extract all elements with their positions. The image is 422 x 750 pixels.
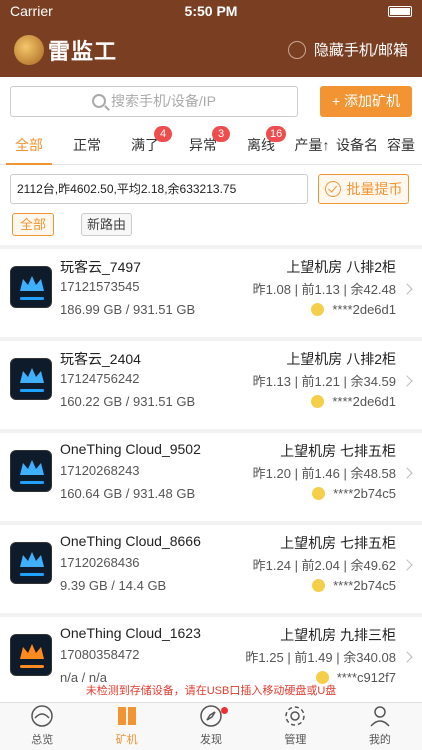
logo-icon [14,34,44,65]
chevron-right-icon [401,375,413,387]
device-account: ****2b74c5 [312,486,396,501]
abnormal-count-badge: 3 [212,125,230,142]
chevron-right-icon [401,283,413,295]
coin-icon [312,579,326,592]
tab-sort-capacity[interactable]: 容量 [380,125,422,165]
add-miner-button[interactable]: + 添加矿机 [320,85,412,117]
tab-sort-name[interactable]: 设备名 [334,125,380,165]
device-phone: 17120268243 [60,463,140,478]
device-row[interactable]: 玩客云_2404 17124756242 160.22 GB / 931.51 … [0,341,422,429]
device-name: OneThing Cloud_9502 [60,441,201,457]
coin-icon [312,487,326,500]
device-name: 玩客云_2404 [60,351,141,367]
batch-withdraw-button[interactable]: 批量提币 [318,174,409,204]
device-location: 上望机房 八排2柜 [286,259,396,275]
app-logo: 雷监工 [14,34,117,66]
chevron-right-icon [401,559,413,571]
device-name: OneThing Cloud_8666 [60,533,201,549]
device-phone: 17121573545 [60,279,140,294]
tab-sort-yield[interactable]: 产量↑ [290,125,334,165]
tabbar-miner[interactable]: 矿机 [84,703,168,750]
app-header: 雷监工 隐藏手机/邮箱 [0,22,422,77]
status-bar: Carrier 5:50 PM [0,0,422,22]
device-icon [10,542,52,584]
overview-icon [31,705,53,727]
device-phone: 17080358472 [60,647,140,662]
search-placeholder: 搜索手机/设备/IP [110,93,216,109]
device-yield-stats: 昨1.13 | 前1.21 | 余34.59 [252,374,396,389]
full-count-badge: 4 [154,125,172,142]
device-phone: 17120268436 [60,555,140,570]
device-location: 上望机房 八排2柜 [286,351,396,367]
device-account: ****2b74c5 [312,578,396,593]
device-icon [10,266,52,308]
coin-icon [311,395,325,408]
summary-panel: 2112台,昨4602.50,平均2.18,余633213.75 批量提币 全部… [0,165,422,245]
device-row[interactable]: 玩客云_7497 17121573545 186.99 GB / 931.51 … [0,249,422,337]
device-yield-stats: 昨1.25 | 前1.49 | 余340.08 [245,650,396,665]
hide-contact-toggle[interactable]: 隐藏手机/邮箱 [287,39,408,60]
device-row[interactable]: OneThing Cloud_9502 17120268243 160.64 G… [0,433,422,521]
device-location: 上望机房 七排五柜 [280,535,396,551]
tab-normal[interactable]: 正常 [58,125,116,165]
device-yield-stats: 昨1.08 | 前1.13 | 余42.48 [252,282,396,297]
device-yield-stats: 昨1.20 | 前1.46 | 余48.58 [252,466,396,481]
device-location: 上望机房 九排三柜 [280,627,396,643]
tabbar-discover[interactable]: 发现 [169,703,253,750]
tabbar-manage[interactable]: 管理 [253,703,337,750]
search-row: 搜索手机/设备/IP + 添加矿机 [0,77,422,125]
filter-tabs: 全部 正常 满了 4 异常 3 离线 16 产量↑ 设备名 容量 [0,125,422,165]
batch-withdraw-label: 批量提币 [346,181,403,197]
bottom-tab-bar: 总览 矿机 发现 管理 我的 [0,702,422,750]
tab-all[interactable]: 全部 [0,125,58,165]
device-list: 玩客云_7497 17121573545 186.99 GB / 931.51 … [0,249,422,709]
device-yield-stats: 昨1.24 | 前2.04 | 余49.62 [252,558,396,573]
device-storage: 186.99 GB / 931.51 GB [60,302,196,317]
hide-contact-label: 隐藏手机/邮箱 [313,42,408,59]
tabbar-overview[interactable]: 总览 [0,703,84,750]
clock: 5:50 PM [184,3,238,19]
chevron-right-icon [401,467,413,479]
chevron-right-icon [401,651,413,663]
miner-icon [117,707,136,725]
device-row[interactable]: OneThing Cloud_8666 17120268436 9.39 GB … [0,525,422,613]
device-account: ****2de6d1 [311,302,396,317]
device-location: 上望机房 七排五柜 [280,443,396,459]
compass-icon [200,705,222,727]
filter-chip-all[interactable]: 全部 [12,213,54,236]
notification-dot [221,707,229,714]
tab-full[interactable]: 满了 4 [116,125,174,165]
person-icon [370,706,390,727]
filter-chip-new-router[interactable]: 新路由 [81,213,132,236]
check-circle-icon [324,181,341,197]
gear-icon [285,706,306,726]
device-name: 玩客云_7497 [60,259,141,275]
summary-text: 2112台,昨4602.50,平均2.18,余633213.75 [10,174,308,204]
radio-icon[interactable] [287,40,306,59]
storage-warning: 未检测到存储设备，请在USB口插入移动硬盘或U盘 [85,685,337,697]
device-storage: 160.22 GB / 931.51 GB [60,394,196,409]
device-icon [10,358,52,400]
tab-abnormal[interactable]: 异常 3 [174,125,232,165]
search-input[interactable]: 搜索手机/设备/IP [10,85,298,117]
device-icon [10,450,52,492]
device-icon [10,634,52,676]
device-phone: 17124756242 [60,371,140,386]
coin-icon [311,303,325,316]
battery-icon [388,5,412,17]
offline-count-badge: 16 [266,125,287,142]
device-name: OneThing Cloud_1623 [60,625,201,641]
tabbar-me[interactable]: 我的 [338,703,422,750]
device-storage: 9.39 GB / 14.4 GB [60,578,167,593]
search-icon [91,94,106,108]
tab-offline[interactable]: 离线 16 [232,125,290,165]
app-logo-text: 雷监工 [48,38,118,64]
device-account: ****2de6d1 [311,394,396,409]
device-storage: 160.64 GB / 931.48 GB [60,486,196,501]
